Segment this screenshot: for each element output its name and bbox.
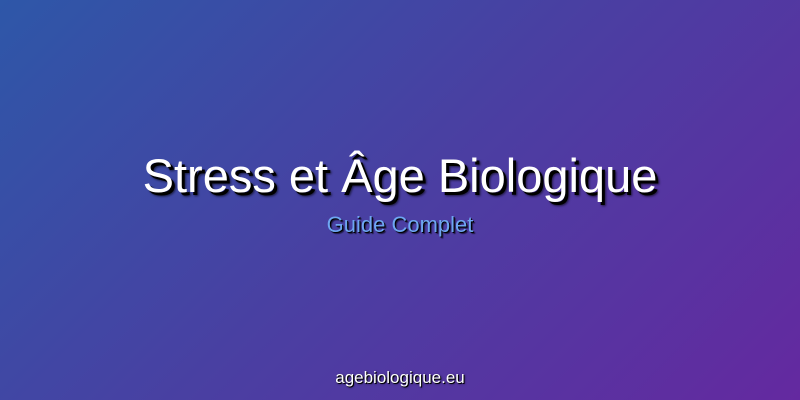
site-domain: agebiologique.eu [335,368,465,387]
banner-canvas: Stress et Âge Biologique Guide Complet a… [0,0,800,400]
banner-subtitle: Guide Complet [326,212,474,237]
banner-title: Stress et Âge Biologique [142,149,658,202]
